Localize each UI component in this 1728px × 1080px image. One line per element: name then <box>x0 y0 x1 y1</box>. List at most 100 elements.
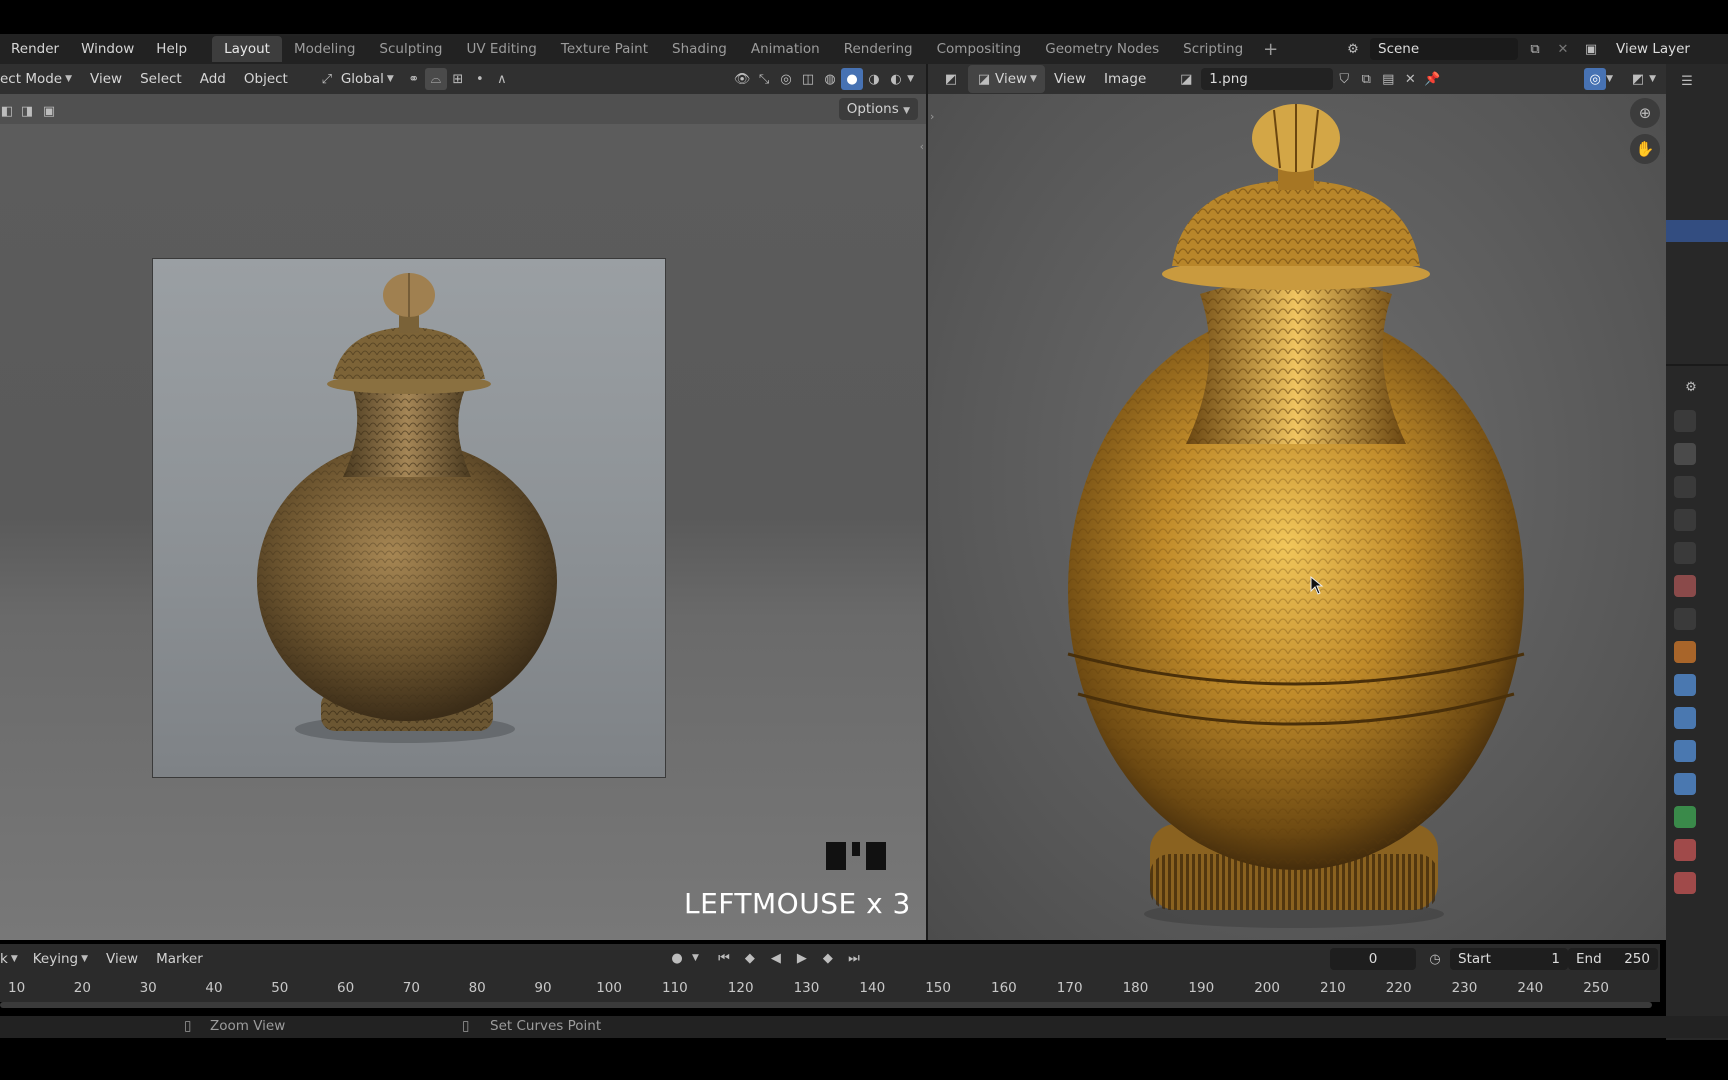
keying-dropdown[interactable]: Keying ▼ <box>24 951 97 967</box>
prev-keyframe-icon[interactable]: ◆ <box>739 947 761 969</box>
tab-layout[interactable]: Layout <box>212 36 282 62</box>
render-tab-icon[interactable] <box>1674 443 1696 465</box>
display-channels-icon[interactable]: ◩ <box>1627 68 1649 90</box>
pan-hand-icon[interactable]: ✋ <box>1630 134 1660 164</box>
output-tab-icon[interactable] <box>1674 476 1696 498</box>
visibility-icon[interactable]: 👁 <box>731 68 753 90</box>
tab-uv-editing[interactable]: UV Editing <box>454 36 548 62</box>
chevron-down-icon[interactable]: ▼ <box>1606 74 1613 84</box>
view-layer-tab-icon[interactable] <box>1674 509 1696 531</box>
next-keyframe-icon[interactable]: ◆ <box>817 947 839 969</box>
modifier-tab-icon[interactable] <box>1674 674 1696 696</box>
menu-window[interactable]: Window <box>70 41 145 57</box>
tab-rendering[interactable]: Rendering <box>832 36 925 62</box>
xray-icon[interactable]: ◫ <box>797 68 819 90</box>
constraints-tab-icon[interactable] <box>1674 773 1696 795</box>
image-overlays-icon[interactable]: ◎ <box>1584 68 1607 90</box>
sidebar-toggle-icon[interactable]: ‹ <box>920 140 924 153</box>
scene-tab-icon[interactable] <box>1674 542 1696 564</box>
viewport-menu-add[interactable]: Add <box>191 71 235 87</box>
image-name-field[interactable]: 1.png <box>1201 68 1334 90</box>
tab-compositing[interactable]: Compositing <box>925 36 1034 62</box>
world-tab-icon[interactable] <box>1674 575 1696 597</box>
sidebar-divider[interactable] <box>1666 364 1728 366</box>
tab-sculpting[interactable]: Sculpting <box>367 36 454 62</box>
record-icon[interactable]: ● <box>666 947 688 969</box>
jump-end-icon[interactable]: ⏭ <box>843 947 865 969</box>
tab-modeling[interactable]: Modeling <box>282 36 367 62</box>
wireframe-shading-icon[interactable]: ◍ <box>819 68 841 90</box>
zoom-icon[interactable]: ⊕ <box>1630 98 1660 128</box>
tab-scripting[interactable]: Scripting <box>1171 36 1255 62</box>
tab-geometry-nodes[interactable]: Geometry Nodes <box>1033 36 1171 62</box>
menu-help[interactable]: Help <box>145 41 198 57</box>
menu-render[interactable]: Render <box>0 41 70 57</box>
mode-dropdown[interactable]: ect Mode ▼ <box>0 71 81 87</box>
pin-icon[interactable]: 📌 <box>1421 68 1443 90</box>
transform-orientation-dropdown[interactable]: ⤢ Global ▼ <box>307 68 403 90</box>
outliner-area[interactable] <box>1666 94 1728 294</box>
tab-shading[interactable]: Shading <box>660 36 739 62</box>
pivot-icon[interactable]: ⚭ <box>403 68 425 90</box>
rendered-shading-icon[interactable]: ◐ <box>885 68 907 90</box>
frame-ruler[interactable]: 10 20 30 40 50 60 70 80 90 100 110 120 130 140 150 160 1… <box>0 978 1660 1002</box>
view-layer-field[interactable]: View Layer <box>1608 38 1728 60</box>
viewport-menu-select[interactable]: Select <box>131 71 191 87</box>
object-tab-icon[interactable] <box>1674 641 1696 663</box>
collection-tab-icon[interactable] <box>1674 608 1696 630</box>
material-shading-icon[interactable]: ◑ <box>863 68 885 90</box>
open-image-icon[interactable]: ▤ <box>1377 68 1399 90</box>
select-extend-icon[interactable]: ◨ <box>18 100 36 122</box>
unlink-image-icon[interactable]: ✕ <box>1399 68 1421 90</box>
solid-shading-icon[interactable]: ● <box>841 68 864 90</box>
image-editor-view[interactable]: ⊕ ✋ › <box>928 94 1666 940</box>
browse-image-icon[interactable]: ◪ <box>1175 68 1197 90</box>
chevron-down-icon[interactable]: ▼ <box>1649 74 1656 84</box>
select-new-icon[interactable]: ◧ <box>0 100 14 122</box>
image-menu-view[interactable]: View <box>1045 71 1095 87</box>
view-layer-icon[interactable]: ▣ <box>1580 38 1602 60</box>
viewport-menu-object[interactable]: Object <box>235 71 297 87</box>
material-tab-icon[interactable] <box>1674 839 1696 861</box>
gizmo-icon[interactable]: ⤡ <box>753 68 775 90</box>
falloff-icon[interactable]: ∧ <box>491 68 513 90</box>
tool-tab-icon[interactable] <box>1674 410 1696 432</box>
properties-editor-icon[interactable]: ⚙ <box>1680 376 1702 398</box>
viewport-menu-view[interactable]: View <box>81 71 131 87</box>
clock-icon[interactable]: ◷ <box>1424 948 1446 970</box>
jump-start-icon[interactable]: ⏮ <box>713 947 735 969</box>
outliner-selected-row[interactable] <box>1666 220 1728 242</box>
particles-tab-icon[interactable] <box>1674 707 1696 729</box>
tab-texture-paint[interactable]: Texture Paint <box>549 36 660 62</box>
scene-selector-icon[interactable]: ⚙ <box>1342 38 1364 60</box>
texture-tab-icon[interactable] <box>1674 872 1696 894</box>
view-mode-dropdown[interactable]: ◪ View ▼ <box>968 65 1045 93</box>
playback-dropdown[interactable]: k ▼ <box>0 951 24 967</box>
tab-animation[interactable]: Animation <box>739 36 832 62</box>
editor-type-icon[interactable]: ◩ <box>940 68 962 90</box>
3d-viewport[interactable]: ◧ ◨ ▣ Options ▼ ‹ LEFTMOUSE x 3 <box>0 94 926 940</box>
data-tab-icon[interactable] <box>1674 806 1696 828</box>
play-reverse-icon[interactable]: ◀ <box>765 947 787 969</box>
scene-field[interactable]: Scene <box>1370 38 1518 60</box>
new-image-icon[interactable]: ⧉ <box>1355 68 1377 90</box>
start-frame-field[interactable]: Start 1 <box>1450 948 1568 970</box>
chevron-down-icon[interactable]: ▼ <box>692 953 699 963</box>
play-icon[interactable]: ▶ <box>791 947 813 969</box>
snap-target-icon[interactable]: ⊞ <box>447 68 469 90</box>
timeline-menu-marker[interactable]: Marker <box>147 951 212 967</box>
select-subtract-icon[interactable]: ▣ <box>40 100 58 122</box>
fake-user-icon[interactable]: ⛉ <box>1333 68 1355 90</box>
chevron-down-icon[interactable]: ▼ <box>907 74 914 84</box>
current-frame-field[interactable]: 0 <box>1330 948 1416 970</box>
new-scene-icon[interactable]: ⧉ <box>1524 38 1546 60</box>
timeline-menu-view[interactable]: View <box>97 951 147 967</box>
delete-scene-icon[interactable]: ✕ <box>1552 38 1574 60</box>
outliner-editor-icon[interactable]: ☰ <box>1676 70 1698 92</box>
snap-icon[interactable]: ⌓ <box>424 68 447 90</box>
proportional-edit-icon[interactable]: • <box>469 68 491 90</box>
physics-tab-icon[interactable] <box>1674 740 1696 762</box>
options-dropdown[interactable]: Options ▼ <box>838 98 918 120</box>
toolbar-toggle-icon[interactable]: › <box>930 110 934 123</box>
end-frame-field[interactable]: End 250 <box>1568 948 1658 970</box>
